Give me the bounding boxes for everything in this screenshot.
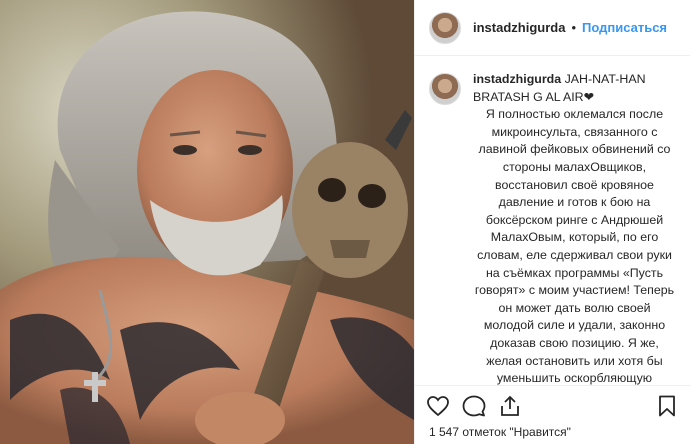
likes-count[interactable]: 1 547 отметок "Нравится" [429, 425, 571, 439]
follow-button[interactable]: Подписаться [582, 20, 667, 35]
bookmark-icon [659, 395, 675, 416]
post-side-panel: instadzhigurda • Подписаться instadzhigu… [414, 0, 690, 444]
header-username[interactable]: instadzhigurda [473, 20, 565, 35]
caption-row: instadzhigurda JAH-NAT-HAN BRATASH G AL … [429, 71, 676, 385]
like-button[interactable] [425, 393, 451, 419]
action-bar [415, 385, 690, 425]
post-photo[interactable] [0, 0, 414, 444]
separator-dot: • [571, 20, 577, 35]
post-photo-illustration [0, 0, 414, 444]
share-button[interactable] [497, 393, 523, 419]
save-button[interactable] [654, 393, 680, 419]
caption-header: instadzhigurda JAH-NAT-HAN BRATASH G AL … [473, 71, 676, 106]
post-header: instadzhigurda • Подписаться [415, 0, 690, 56]
share-icon [501, 395, 519, 416]
heart-icon [427, 395, 449, 416]
comment-icon [462, 395, 486, 416]
comments-area[interactable]: instadzhigurda JAH-NAT-HAN BRATASH G AL … [415, 57, 690, 385]
caption-avatar[interactable] [429, 73, 461, 105]
comment-button[interactable] [461, 393, 487, 419]
avatar[interactable] [429, 11, 461, 44]
caption-text: instadzhigurda JAH-NAT-HAN BRATASH G AL … [473, 71, 676, 385]
caption-username[interactable]: instadzhigurda [473, 72, 561, 86]
caption-body: Я полностью оклемался после микроинсульт… [474, 107, 675, 385]
